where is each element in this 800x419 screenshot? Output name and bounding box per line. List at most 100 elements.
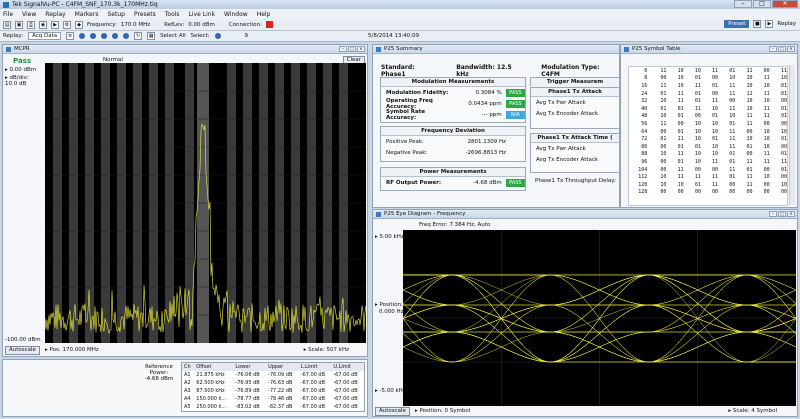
results-cell: A5 [184, 404, 191, 410]
eye-plot[interactable] [403, 230, 796, 406]
menu-tools[interactable]: Tools [165, 11, 180, 18]
results-row[interactable]: A1 21.875 kHz -76.06 dB -76.09 dB -67.00 dB -… [182, 371, 364, 379]
frequency-value[interactable]: 170.0 MHz [121, 22, 150, 28]
results-cell: A2 [184, 380, 191, 386]
results-row[interactable]: A2 62.500 kHz -76.95 dB -76.63 dB -67.00 dB -… [182, 379, 364, 387]
symbol-scrollbar[interactable] [789, 65, 795, 205]
select-all-icon[interactable]: ▦ [147, 32, 156, 40]
open-icon[interactable]: ▤ [3, 20, 11, 29]
camera-icon[interactable]: ◉ [39, 20, 47, 29]
panel-minimize-button[interactable]: – [769, 46, 777, 52]
symbol-cell: 00 [780, 120, 787, 127]
eye-autoscale-button[interactable]: Autoscale [375, 407, 410, 416]
symbol-cell: 00 [780, 98, 787, 105]
play-frame-icon[interactable] [101, 33, 108, 39]
symbol-cell: 24 [641, 90, 648, 97]
menu-setup[interactable]: Setup [107, 11, 124, 18]
panel-minimize-button[interactable]: – [339, 46, 347, 52]
menu-live-link[interactable]: Live Link [189, 11, 215, 18]
close-button[interactable]: ✕ [772, 0, 798, 8]
menu-window[interactable]: Window [224, 11, 248, 18]
symbol-cell: 10 [694, 158, 701, 165]
symbol-cell: 10 [729, 113, 736, 120]
symbol-cell: 00 [694, 166, 701, 173]
symbol-cell: 00 [660, 166, 667, 173]
results-row[interactable]: A4 150.000 k... -78.77 dB -78.46 dB -67.00 d… [182, 395, 364, 403]
print-icon[interactable]: ⎙ [27, 20, 35, 29]
symbol-cell: 11 [660, 67, 667, 74]
dbdiv-value: 10.0 dB [5, 81, 27, 87]
eye-scale-symbol[interactable]: ▸ Scale: 4 Symbol [728, 408, 777, 414]
panel-close-button[interactable]: ✕ [787, 211, 795, 217]
replay-select[interactable]: Acq Data [28, 32, 62, 40]
symbol-cell: 11 [746, 67, 753, 74]
menu-replay[interactable]: Replay [45, 11, 65, 18]
menu-presets[interactable]: Presets [134, 11, 156, 18]
attack-time-box: Phase1 Tx Attack Time ( Avg Tx Pwr Attac… [530, 133, 620, 173]
results-row[interactable]: A5 250.000 k... -83.02 dB -82.37 dB -67.00 d… [182, 403, 364, 411]
play-icon[interactable]: ▶ [765, 20, 774, 28]
panel-minimize-button[interactable]: – [769, 211, 777, 217]
last-frame-icon[interactable] [123, 33, 130, 39]
settings-icon[interactable]: ⚙ [63, 20, 71, 29]
markers-icon[interactable]: ◆ [75, 20, 83, 29]
menu-markers[interactable]: Markers [75, 11, 99, 18]
symbol-cell: 112 [638, 174, 648, 181]
menu-view[interactable]: View [22, 11, 36, 18]
first-frame-icon[interactable] [79, 33, 86, 39]
eye-position-symbol[interactable]: ▸ Position: 0 Symbol [415, 408, 470, 414]
scale-readout[interactable]: ▸ Scale: 507 kHz [304, 347, 349, 353]
symbol-cell: 11 [677, 151, 684, 158]
panel-close-button[interactable]: ✕ [357, 46, 365, 52]
symbol-cell: 10 [780, 128, 787, 135]
position-readout[interactable]: ▸ Pos: 170.000 MHz [45, 347, 99, 353]
next-frame-icon[interactable] [112, 33, 119, 39]
eye-position-label[interactable]: ▸ Position: [375, 302, 403, 308]
symbol-cell: 00 [712, 166, 719, 173]
symbol-cell: 11 [677, 166, 684, 173]
menu-help[interactable]: Help [257, 11, 271, 18]
symbol-row: 0 11 10 10 11 01 11 00 11 [629, 67, 787, 75]
eye-top-label[interactable]: ▸ 5.00 kHz [375, 234, 404, 240]
panel-close-button[interactable]: ✕ [787, 46, 795, 52]
minimize-button[interactable]: – [734, 0, 752, 8]
panel-maximize-button[interactable]: □ [348, 46, 356, 52]
symbol-cell: 10 [677, 181, 684, 188]
results-cell: -67.00 dB [300, 396, 326, 402]
symbol-cell: 11 [660, 82, 667, 89]
results-cell: -67.00 dB [300, 380, 326, 386]
results-row[interactable]: A3 87.500 kHz -76.89 dB -77.22 dB -67.00 dB -… [182, 387, 364, 395]
symbol-cell: 00 [780, 174, 787, 181]
symbol-cell: 11 [677, 174, 684, 181]
panel-maximize-button[interactable]: □ [778, 46, 786, 52]
mcpr-plot[interactable] [45, 63, 366, 343]
symbol-cell: 40 [641, 105, 648, 112]
run-icon[interactable]: ▶ [51, 20, 59, 29]
panel-icon [376, 46, 381, 52]
symbol-cell: 10 [746, 98, 753, 105]
select-all-button[interactable]: Select All [160, 33, 186, 39]
symbol-cell: 01 [712, 113, 719, 120]
reflev-value[interactable]: 0.00 dBm [188, 22, 215, 28]
preset-button[interactable]: Preset [724, 20, 750, 28]
freqdev-header: Frequency Deviation [381, 127, 525, 136]
symbol-cell: 10 [763, 128, 770, 135]
connection-status-icon[interactable] [265, 21, 273, 28]
replay-button[interactable]: Replay [777, 21, 796, 27]
list-icon[interactable]: ≡ [66, 32, 75, 40]
eye-bottom-label[interactable]: ▸ -5.00 kHz [375, 388, 406, 394]
panel-maximize-button[interactable]: □ [778, 211, 786, 217]
results-cell: -67.00 dB [333, 388, 358, 394]
menu-file[interactable]: File [3, 11, 13, 18]
bandwidth-label: Bandwidth: 12.5 kHz [456, 64, 512, 78]
symbol-cell: 00 [660, 128, 667, 135]
symbol-row: 48 10 01 00 01 10 11 11 01 [629, 113, 787, 121]
save-icon[interactable]: ▣ [15, 20, 23, 29]
maximize-button[interactable]: □ [753, 0, 771, 8]
stop-icon[interactable]: ■ [753, 20, 762, 28]
prev-frame-icon[interactable] [90, 33, 97, 39]
symbol-cell: 00 [677, 189, 684, 196]
autoscale-button[interactable]: Autoscale [5, 346, 40, 355]
info-icon[interactable] [214, 33, 221, 39]
loop-icon[interactable]: ↻ [134, 32, 143, 40]
